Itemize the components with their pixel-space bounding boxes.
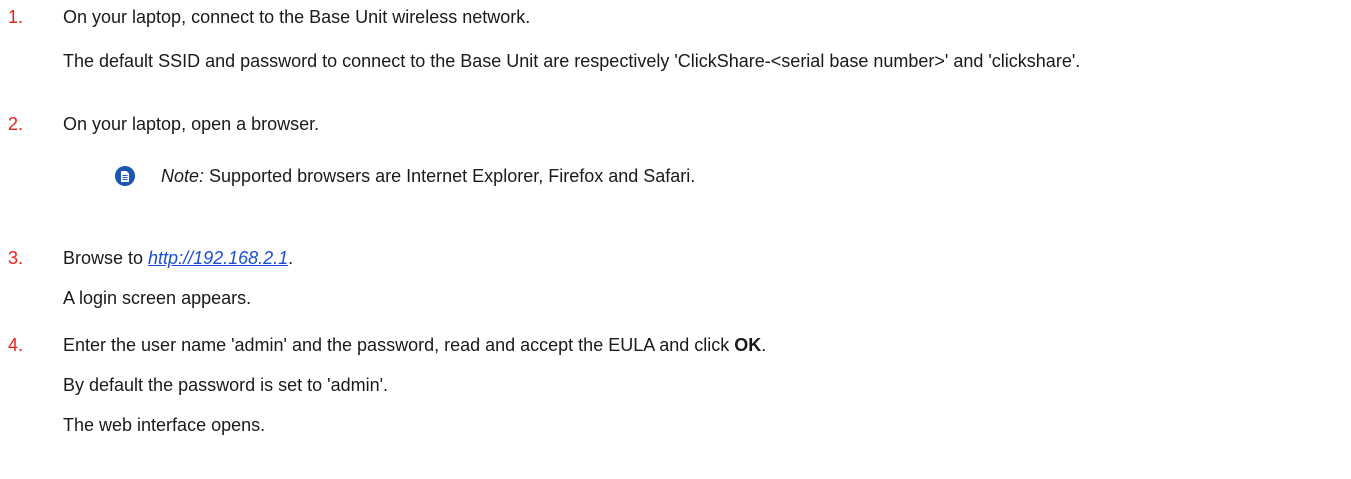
step-number: 1.: [8, 7, 24, 27]
step-number: 2.: [8, 114, 24, 134]
note-text: Supported browsers are Internet Explorer…: [204, 166, 696, 186]
note-label: Note:: [161, 166, 205, 186]
note: Note: Supported browsers are Internet Ex…: [161, 165, 695, 188]
step-number: 4.: [8, 335, 24, 355]
note-document-icon: [115, 166, 135, 186]
step-number: 3.: [8, 248, 24, 268]
step-result: A login screen appears.: [63, 288, 252, 308]
step-instruction: On your laptop, open a browser.: [63, 114, 320, 134]
step-text-before: Enter the user name 'admin' and the pass…: [63, 335, 735, 355]
ok-label: OK: [734, 335, 762, 355]
step-text-after: .: [288, 248, 294, 268]
step-result: The web interface opens.: [63, 415, 266, 435]
step-detail: By default the password is set to 'admin…: [63, 375, 389, 395]
step-text-after: .: [761, 335, 767, 355]
url-link[interactable]: http://192.168.2.1: [148, 248, 288, 268]
step-text-before: Browse to: [63, 248, 149, 268]
step-instruction: On your laptop, connect to the Base Unit…: [63, 7, 531, 27]
step-instruction: Enter the user name 'admin' and the pass…: [63, 334, 1305, 357]
step-instruction: Browse to http://192.168.2.1.: [63, 247, 1305, 270]
step-detail: The default SSID and password to connect…: [63, 51, 1081, 71]
